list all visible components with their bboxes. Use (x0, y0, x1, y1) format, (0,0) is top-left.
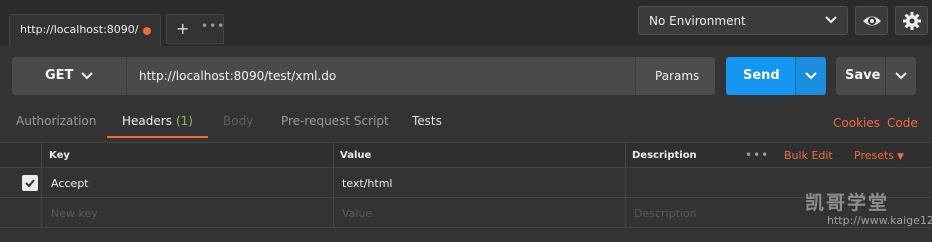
column-divider (333, 142, 334, 228)
watermark-url: http://www.kaige123.com (827, 214, 932, 227)
settings-button[interactable] (895, 6, 928, 35)
tab-headers-label: Headers (122, 114, 172, 128)
header-key-cell[interactable]: Accept (51, 177, 89, 190)
presets-dropdown[interactable]: Presets ▼ (854, 149, 904, 162)
column-divider (41, 142, 42, 228)
send-label: Send (743, 68, 780, 83)
checkmark-icon (25, 179, 35, 188)
unsaved-dot-icon (143, 27, 151, 35)
chevron-down-icon (823, 11, 839, 32)
bulk-edit-link[interactable]: Bulk Edit (784, 149, 833, 162)
column-options-button[interactable]: ••• (745, 148, 769, 162)
send-button[interactable]: Send (726, 57, 795, 95)
column-value: Value (340, 150, 372, 161)
method-select[interactable]: GET (12, 57, 126, 95)
new-key-input[interactable]: New key (51, 207, 98, 220)
tab-headers[interactable]: Headers (1) (122, 114, 193, 128)
save-label: Save (845, 68, 881, 83)
environment-select[interactable]: No Environment (638, 6, 848, 35)
column-description: Description (632, 150, 697, 161)
params-label: Params (655, 69, 700, 83)
url-field[interactable] (126, 57, 635, 95)
active-tab-indicator (107, 136, 208, 138)
tab-prerequest-script[interactable]: Pre-request Script (281, 114, 389, 128)
column-divider (625, 142, 626, 228)
watermark: 凯哥学堂 http://www.kaige123.com (800, 188, 932, 232)
headers-count-badge: (1) (175, 114, 193, 128)
header-value-cell[interactable]: text/html (342, 177, 392, 190)
environment-quick-look-button[interactable] (855, 6, 888, 35)
params-button[interactable]: Params (635, 57, 715, 95)
chevron-down-icon (80, 68, 94, 87)
tab-strip: http://localhost:8090/ + ••• No Environm… (0, 0, 932, 46)
caret-down-icon: ▼ (897, 152, 904, 162)
presets-label: Presets (854, 149, 895, 162)
table-header-row: Key Value Description ••• Bulk Edit Pres… (0, 142, 932, 168)
code-link[interactable]: Code (887, 116, 918, 130)
tab-more-button[interactable]: ••• (201, 19, 225, 33)
tab-tests[interactable]: Tests (412, 114, 442, 128)
header-enabled-checkbox[interactable] (22, 175, 38, 191)
new-value-input[interactable]: Value (342, 207, 372, 220)
tab-authorization[interactable]: Authorization (16, 114, 96, 128)
tab-body: Body (223, 114, 254, 128)
method-label: GET (45, 68, 74, 83)
request-tab-active[interactable]: http://localhost:8090/ (9, 14, 161, 46)
request-tab-label: http://localhost:8090/ (20, 23, 139, 36)
column-key: Key (49, 150, 70, 161)
environment-label: No Environment (649, 14, 746, 28)
table-row: Accept text/html (0, 168, 932, 198)
cookies-link[interactable]: Cookies (833, 116, 880, 130)
save-options-button[interactable] (885, 57, 916, 95)
save-button[interactable]: Save (836, 57, 885, 95)
watermark-title: 凯哥学堂 (805, 192, 890, 214)
new-description-input[interactable]: Description (634, 207, 697, 220)
url-input[interactable] (127, 57, 635, 95)
table-row-new: New key Value Description (0, 198, 932, 228)
new-tab-button[interactable]: + (176, 19, 189, 38)
tab-actions: + ••• (166, 14, 224, 44)
send-options-button[interactable] (795, 57, 826, 95)
headers-table: Key Value Description ••• Bulk Edit Pres… (0, 142, 932, 230)
